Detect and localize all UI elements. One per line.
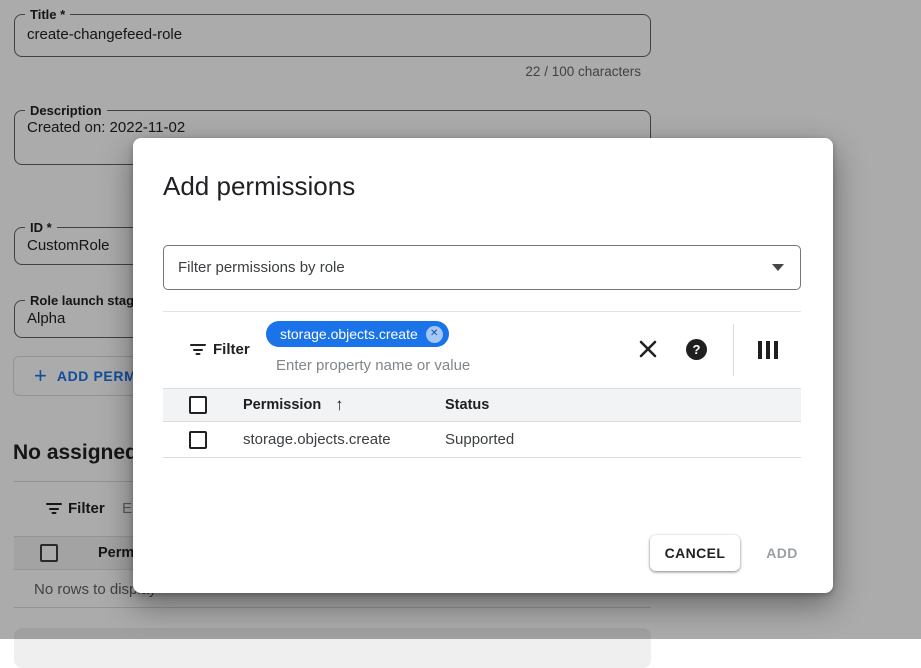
table-row[interactable]: storage.objects.create Supported	[163, 422, 801, 458]
select-all-checkbox[interactable]	[189, 396, 207, 414]
clear-filters-icon[interactable]	[637, 338, 659, 360]
columns-icon[interactable]	[755, 341, 781, 359]
row-permission: storage.objects.create	[243, 431, 391, 448]
help-icon[interactable]: ?	[686, 339, 707, 360]
cancel-button[interactable]: CANCEL	[650, 535, 740, 571]
column-permission-label: Permission	[243, 397, 321, 413]
filter-chip-label: storage.objects.create	[280, 326, 418, 342]
permissions-table-header: Permission ↑ Status	[163, 388, 801, 422]
chip-remove-icon[interactable]: ✕	[426, 326, 443, 343]
permissions-table: Permission ↑ Status storage.objects.creat…	[163, 388, 801, 458]
filter-permissions-by-role-select[interactable]: Filter permissions by role	[163, 245, 801, 290]
filter-icon	[190, 344, 206, 356]
row-checkbox[interactable]	[189, 431, 207, 449]
dialog-title: Add permissions	[163, 171, 355, 202]
column-header-status[interactable]: Status	[445, 397, 489, 413]
modal-filter-input[interactable]: Enter property name or value	[276, 357, 470, 374]
add-permissions-dialog: Add permissions Filter permissions by ro…	[133, 138, 833, 593]
modal-filter-label[interactable]: Filter	[213, 341, 250, 358]
filter-chip[interactable]: storage.objects.create ✕	[266, 321, 449, 347]
column-header-permission[interactable]: Permission ↑	[243, 395, 344, 415]
row-status: Supported	[445, 431, 514, 448]
toolbar-vertical-divider	[733, 324, 734, 376]
chevron-down-icon	[772, 264, 784, 271]
add-button[interactable]: ADD	[749, 535, 815, 571]
sort-ascending-icon[interactable]: ↑	[335, 395, 344, 414]
role-select-placeholder: Filter permissions by role	[178, 259, 772, 276]
toolbar-divider	[163, 311, 801, 312]
